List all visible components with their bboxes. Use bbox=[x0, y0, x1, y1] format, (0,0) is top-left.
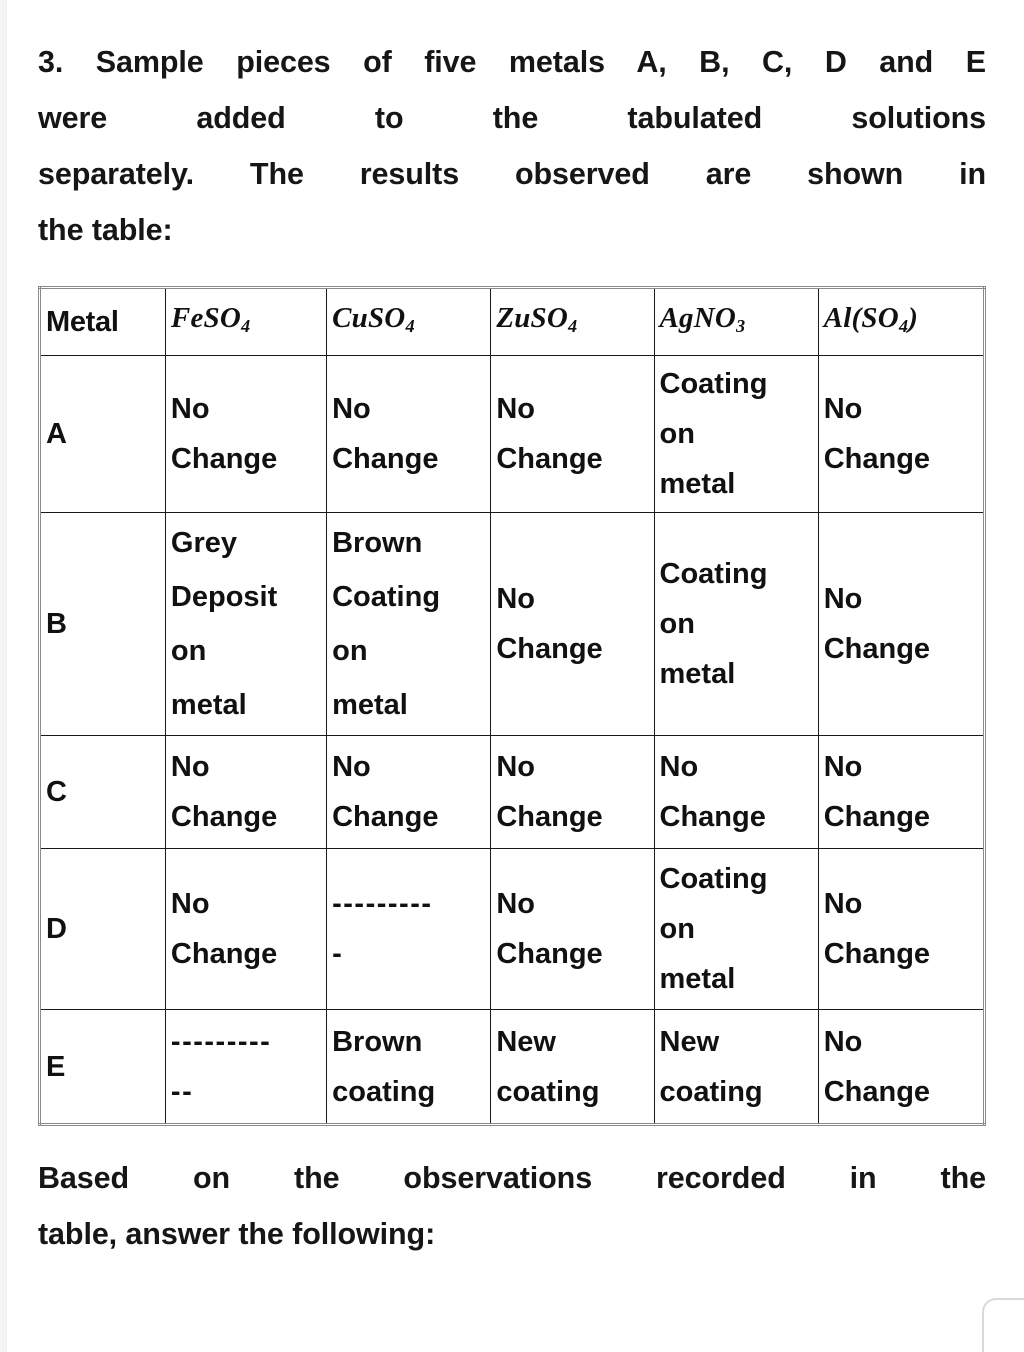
table-row: E --------- -- Brown coating New coating… bbox=[39, 1009, 986, 1125]
intro-line: separately. The results observed are sho… bbox=[38, 157, 986, 191]
cell-c-agno3: No Change bbox=[653, 735, 819, 849]
cell-d-zuso4: No Change bbox=[490, 848, 655, 1010]
observations-table: Metal FeSO4 CuSO4 ZuSO4 AgNO3 Al(SO4) A … bbox=[38, 286, 986, 1126]
cell-e-agno3: New coating bbox=[653, 1009, 819, 1125]
cell-d-cuso4: --------- - bbox=[326, 848, 492, 1010]
cell-b-agno3: Coating on metal bbox=[653, 512, 819, 736]
cell-b-zuso4: No Change bbox=[490, 512, 655, 736]
metal-label-d: D bbox=[39, 848, 166, 1010]
cell-a-zuso4: No Change bbox=[490, 355, 655, 513]
formula-subscript: 4 bbox=[405, 316, 415, 337]
formula-subscript: 4 bbox=[568, 316, 578, 337]
column-header-cuso4: CuSO4 bbox=[326, 287, 492, 356]
cell-e-feso4: --------- -- bbox=[164, 1009, 328, 1125]
metal-label-e: E bbox=[39, 1009, 166, 1125]
card-corner-edge bbox=[982, 1298, 1024, 1352]
intro-line: were added to the tabulated solutions bbox=[38, 101, 986, 135]
cell-e-zuso4: New coating bbox=[490, 1009, 655, 1125]
cell-c-cuso4: No Change bbox=[326, 735, 492, 849]
column-header-zuso4: ZuSO4 bbox=[490, 287, 655, 356]
metal-label-c: C bbox=[39, 735, 166, 849]
cell-a-cuso4: No Change bbox=[326, 355, 492, 513]
question-outro-paragraph: Based on the observations recorded in th… bbox=[38, 1126, 986, 1262]
cell-a-al-so4: No Change bbox=[817, 355, 986, 513]
cell-e-cuso4: Brown coating bbox=[326, 1009, 492, 1125]
formula-base: CuSO bbox=[332, 301, 406, 334]
observations-table-wrap: Metal FeSO4 CuSO4 ZuSO4 AgNO3 Al(SO4) A … bbox=[38, 286, 986, 1126]
formula-base: FeSO bbox=[170, 301, 242, 334]
page-left-gutter bbox=[0, 0, 7, 1352]
outro-line: table, answer the following: bbox=[38, 1217, 436, 1251]
metal-label-b: B bbox=[39, 512, 166, 736]
outro-line: Based on the observations recorded in th… bbox=[38, 1161, 986, 1195]
cell-a-feso4: No Change bbox=[164, 355, 328, 513]
table-header-row: Metal FeSO4 CuSO4 ZuSO4 AgNO3 Al(SO4) bbox=[39, 287, 986, 356]
cell-d-feso4: No Change bbox=[164, 848, 328, 1010]
question-content: 3. Sample pieces of five metals A, B, C,… bbox=[38, 0, 986, 1262]
column-header-feso4: FeSO4 bbox=[164, 287, 328, 356]
table-row: B Grey Deposit on metal Brown Coating on… bbox=[39, 512, 986, 736]
intro-line: 3. Sample pieces of five metals A, B, C,… bbox=[38, 45, 986, 79]
column-header-al-so4: Al(SO4) bbox=[817, 287, 986, 356]
cell-b-feso4: Grey Deposit on metal bbox=[164, 512, 328, 736]
column-header-metal: Metal bbox=[39, 287, 166, 356]
formula-subscript: 4 bbox=[898, 316, 909, 337]
column-header-agno3: AgNO3 bbox=[653, 287, 819, 356]
metal-label-a: A bbox=[39, 355, 166, 513]
intro-line: the table: bbox=[38, 213, 173, 247]
formula-suffix: ) bbox=[908, 301, 919, 334]
cell-c-zuso4: No Change bbox=[490, 735, 655, 849]
cell-b-cuso4: Brown Coating on metal bbox=[326, 512, 492, 736]
cell-d-al-so4: No Change bbox=[817, 848, 986, 1010]
cell-c-feso4: No Change bbox=[164, 735, 328, 849]
formula-base: AgNO bbox=[659, 301, 737, 334]
table-row: D No Change --------- - No Change Coatin… bbox=[39, 848, 986, 1010]
question-intro-paragraph: 3. Sample pieces of five metals A, B, C,… bbox=[38, 0, 986, 258]
table-row: A No Change No Change No Change Coating … bbox=[39, 355, 986, 513]
table-row: C No Change No Change No Change No Chang… bbox=[39, 735, 986, 849]
cell-b-al-so4: No Change bbox=[817, 512, 986, 736]
cell-c-al-so4: No Change bbox=[817, 735, 986, 849]
formula-subscript: 4 bbox=[241, 316, 251, 337]
formula-base: Al(SO bbox=[823, 301, 899, 334]
page-card: 3. Sample pieces of five metals A, B, C,… bbox=[0, 0, 1024, 1352]
cell-e-al-so4: No Change bbox=[817, 1009, 986, 1125]
cell-a-agno3: Coating on metal bbox=[653, 355, 819, 513]
formula-base: ZuSO bbox=[496, 301, 569, 334]
cell-d-agno3: Coating on metal bbox=[653, 848, 819, 1010]
formula-subscript: 3 bbox=[736, 316, 746, 337]
